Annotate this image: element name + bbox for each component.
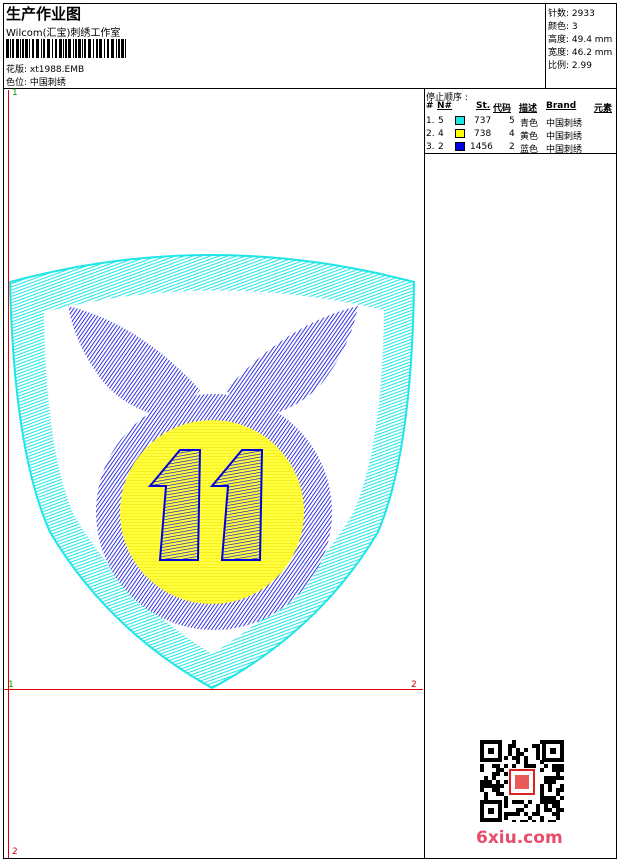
emblem-yellow-disc	[120, 420, 304, 604]
embroidery-design	[8, 254, 416, 690]
qr-code	[480, 740, 564, 822]
watermark: 6xiu.com	[476, 828, 563, 848]
